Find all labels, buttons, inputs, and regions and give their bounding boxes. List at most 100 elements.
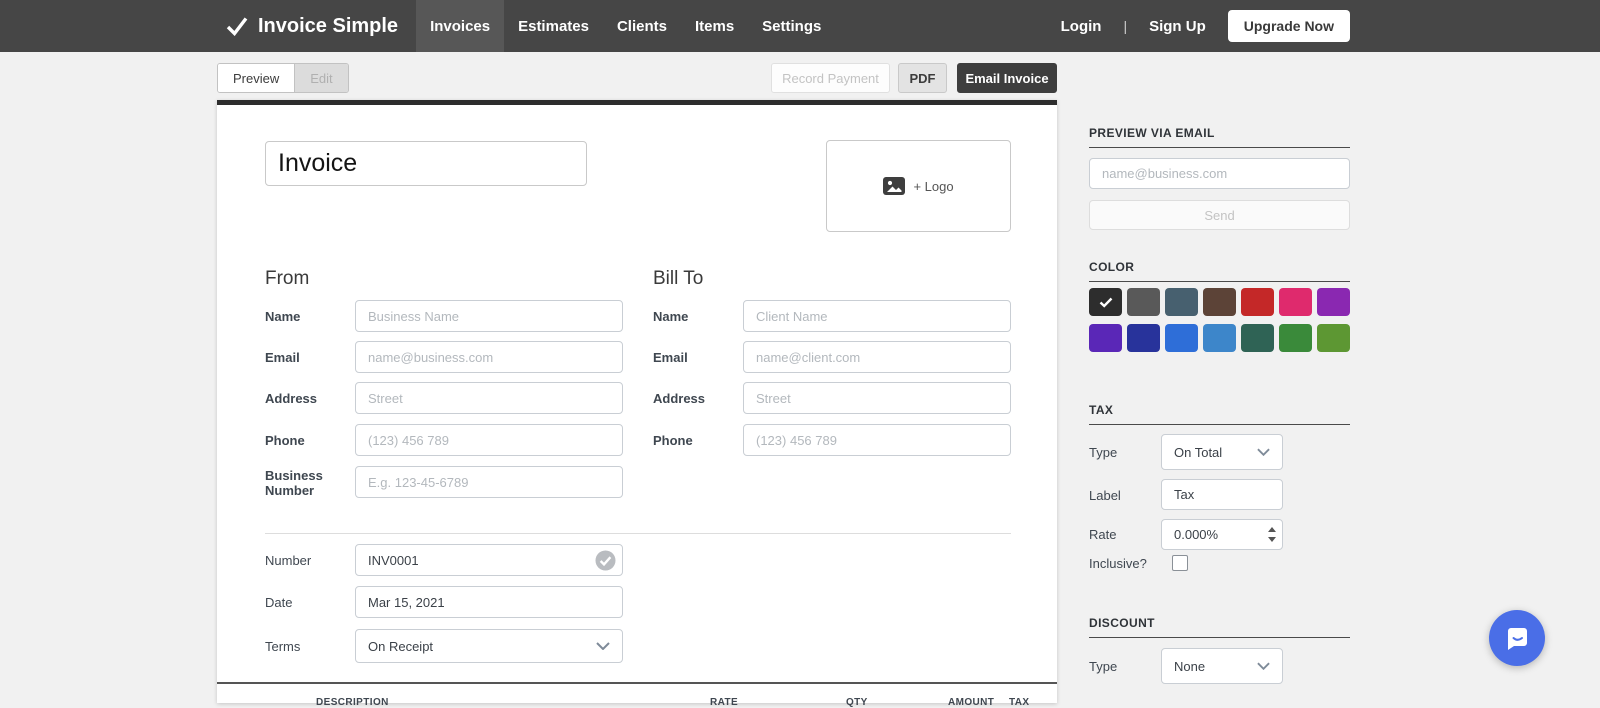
terms-selected-value: On Receipt — [368, 638, 434, 654]
color-swatch[interactable] — [1165, 324, 1198, 352]
billto-phone-input[interactable] — [743, 424, 1011, 456]
main-nav-tabs: Invoices Estimates Clients Items Setting… — [416, 0, 835, 52]
terms-select[interactable]: On Receipt — [355, 629, 623, 663]
pdf-button[interactable]: PDF — [898, 63, 947, 93]
business-number-input[interactable] — [355, 466, 623, 498]
color-swatch-selected[interactable] — [1089, 288, 1122, 316]
color-swatch[interactable] — [1241, 288, 1274, 316]
chevron-down-icon — [596, 642, 610, 650]
invoice-number-input[interactable] — [355, 544, 623, 576]
from-address-input[interactable] — [355, 382, 623, 414]
invoice-date-input[interactable] — [355, 586, 623, 618]
tax-rate-stepper — [1263, 519, 1281, 550]
checkmark-logo-icon — [226, 17, 248, 36]
stepper-down-icon[interactable] — [1268, 537, 1276, 542]
stepper-up-icon[interactable] — [1268, 527, 1276, 532]
nav-tab-settings[interactable]: Settings — [748, 0, 835, 52]
from-email-label: Email — [265, 350, 300, 365]
billto-name-label: Name — [653, 309, 689, 324]
discount-type-label: Type — [1089, 659, 1118, 674]
add-logo-label: + Logo — [913, 178, 954, 194]
invoice-preview-card: + Logo From Name Email Address Phone Bus… — [217, 100, 1057, 708]
nav-auth-area: Login | Sign Up Upgrade Now — [1061, 0, 1350, 52]
billto-phone-label: Phone — [653, 433, 693, 448]
nav-tab-items[interactable]: Items — [681, 0, 748, 52]
settings-sidebar: PREVIEW VIA EMAIL Send COLOR TAX Type On… — [1089, 100, 1350, 703]
section-divider — [265, 533, 1011, 534]
from-name-label: Name — [265, 309, 301, 324]
nav-tab-estimates[interactable]: Estimates — [504, 0, 603, 52]
preview-edit-toggle: Preview Edit — [217, 63, 349, 93]
image-icon — [883, 177, 906, 195]
bill-to-section-heading: Bill To — [653, 268, 704, 289]
color-swatch[interactable] — [1127, 324, 1160, 352]
nav-tab-invoices[interactable]: Invoices — [416, 0, 505, 52]
preview-toggle-button[interactable]: Preview — [218, 64, 296, 92]
tax-label-label: Label — [1089, 488, 1121, 503]
discount-type-selected-value: None — [1174, 658, 1206, 674]
nav-tab-label: Estimates — [518, 17, 589, 35]
billto-address-label: Address — [653, 391, 706, 406]
record-payment-button[interactable]: Record Payment — [771, 63, 890, 93]
chevron-down-icon — [1257, 662, 1270, 670]
nav-tab-label: Clients — [616, 17, 667, 35]
preview-via-email-heading: PREVIEW VIA EMAIL — [1089, 126, 1350, 148]
add-logo-button[interactable]: + Logo — [826, 140, 1011, 232]
brand-name: Invoice Simple — [258, 14, 399, 37]
from-phone-label: Phone — [265, 433, 305, 448]
nav-tab-label: Items — [694, 17, 735, 35]
color-swatch[interactable] — [1089, 324, 1122, 352]
color-swatch[interactable] — [1127, 288, 1160, 316]
tax-type-selected-value: On Total — [1174, 444, 1223, 460]
discount-type-select[interactable]: None — [1161, 648, 1283, 684]
date-label: Date — [265, 595, 293, 610]
chevron-down-icon — [1257, 448, 1270, 456]
edit-toggle-button[interactable]: Edit — [295, 64, 348, 92]
from-email-input[interactable] — [355, 341, 623, 373]
billto-name-input[interactable] — [743, 300, 1011, 332]
tax-label-input[interactable] — [1161, 479, 1283, 510]
checkmark-icon — [1099, 297, 1112, 308]
billto-email-label: Email — [653, 350, 688, 365]
billto-email-input[interactable] — [743, 341, 1011, 373]
items-table-divider — [217, 682, 1057, 684]
invoice-title-input[interactable] — [265, 141, 587, 186]
billto-address-input[interactable] — [743, 382, 1011, 414]
login-link[interactable]: Login — [1061, 18, 1102, 35]
chat-launcher-button[interactable] — [1489, 610, 1545, 666]
signup-link[interactable]: Sign Up — [1149, 18, 1206, 35]
color-swatch[interactable] — [1317, 324, 1350, 352]
nav-tab-clients[interactable]: Clients — [603, 0, 681, 52]
nav-tab-label: Settings — [762, 17, 822, 35]
color-swatch[interactable] — [1165, 288, 1198, 316]
from-phone-input[interactable] — [355, 424, 623, 456]
color-swatch[interactable] — [1203, 288, 1236, 316]
color-swatch[interactable] — [1203, 324, 1236, 352]
preview-email-input[interactable] — [1089, 158, 1350, 189]
nav-separator: | — [1123, 18, 1128, 34]
from-name-input[interactable] — [355, 300, 623, 332]
nav-tab-label: Invoices — [430, 17, 491, 35]
upgrade-now-button[interactable]: Upgrade Now — [1227, 10, 1350, 42]
business-number-label: Business Number — [265, 468, 323, 498]
brand-logo[interactable]: Invoice Simple — [225, 0, 398, 52]
tax-type-label: Type — [1089, 445, 1118, 460]
color-swatches — [1089, 288, 1350, 352]
color-swatch[interactable] — [1241, 324, 1274, 352]
email-invoice-button[interactable]: Email Invoice — [957, 63, 1057, 93]
from-section-heading: From — [265, 268, 310, 289]
tax-rate-label: Rate — [1089, 527, 1117, 542]
tax-type-select[interactable]: On Total — [1161, 434, 1283, 470]
send-button[interactable]: Send — [1089, 200, 1350, 230]
inclusive-checkbox[interactable] — [1172, 555, 1188, 571]
terms-label: Terms — [265, 639, 301, 654]
top-navigation-bar: Invoice Simple Invoices Estimates Client… — [0, 0, 1600, 52]
number-label: Number — [265, 553, 312, 568]
chat-icon — [1508, 628, 1527, 650]
color-heading: COLOR — [1089, 260, 1350, 282]
color-swatch[interactable] — [1279, 288, 1312, 316]
invoice-toolbar: Preview Edit Record Payment PDF Email In… — [0, 52, 1600, 100]
tax-heading: TAX — [1089, 403, 1350, 425]
color-swatch[interactable] — [1317, 288, 1350, 316]
color-swatch[interactable] — [1279, 324, 1312, 352]
